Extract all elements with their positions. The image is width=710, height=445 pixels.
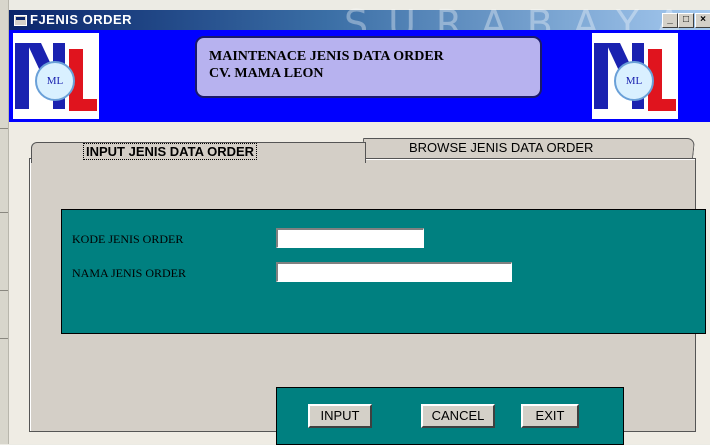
edge-tick [0, 212, 8, 213]
edge-tick [0, 290, 8, 291]
header-banner: ML MAINTENACE JENIS DATA ORDER CV. MAMA … [9, 30, 710, 122]
edge-tick [0, 128, 8, 129]
window-title: FJENIS ORDER [30, 12, 133, 27]
company-logo-right: ML [592, 33, 678, 119]
logo-emblem: ML [614, 61, 654, 101]
exit-button[interactable]: EXIT [521, 404, 579, 428]
window-app-icon[interactable] [14, 15, 27, 26]
nama-jenis-order-label: NAMA JENIS ORDER [72, 266, 187, 280]
tab-panel-input: KODE JENIS ORDER NAMA JENIS ORDER INPUT … [29, 158, 706, 445]
tab-area: BROWSE JENIS DATA ORDER KODE JENIS ORDER… [9, 122, 710, 445]
nama-jenis-order-input[interactable] [276, 262, 512, 282]
edge-tick [0, 338, 8, 339]
cancel-button[interactable]: CANCEL [421, 404, 495, 428]
header-title-box: MAINTENACE JENIS DATA ORDER CV. MAMA LEO… [195, 36, 542, 98]
header-company: CV. MAMA LEON [209, 66, 324, 81]
company-logo-left: ML [13, 33, 99, 119]
left-edge-strip [0, 0, 9, 444]
form-window: FJENIS ORDER SURABAYA _ □ × ML MAINTENAC… [9, 2, 710, 445]
tab-input-label: INPUT JENIS DATA ORDER [82, 143, 258, 160]
form-fields-group: KODE JENIS ORDER NAMA JENIS ORDER [61, 209, 706, 334]
kode-jenis-order-input[interactable] [276, 228, 424, 248]
input-button[interactable]: INPUT [308, 404, 372, 428]
tab-browse-jenis-data-order[interactable]: BROWSE JENIS DATA ORDER [409, 140, 593, 155]
close-button[interactable]: × [695, 13, 710, 28]
header-title: MAINTENACE JENIS DATA ORDER [209, 49, 444, 64]
kode-jenis-order-label: KODE JENIS ORDER [72, 232, 184, 246]
maximize-button[interactable]: □ [678, 13, 694, 28]
action-buttons-group: INPUT CANCEL EXIT [276, 387, 624, 445]
logo-emblem: ML [35, 61, 75, 101]
title-bar[interactable]: FJENIS ORDER SURABAYA _ □ × [9, 2, 710, 46]
minimize-button[interactable]: _ [662, 13, 678, 28]
tab-input-jenis-data-order[interactable]: INPUT JENIS DATA ORDER [31, 142, 366, 163]
